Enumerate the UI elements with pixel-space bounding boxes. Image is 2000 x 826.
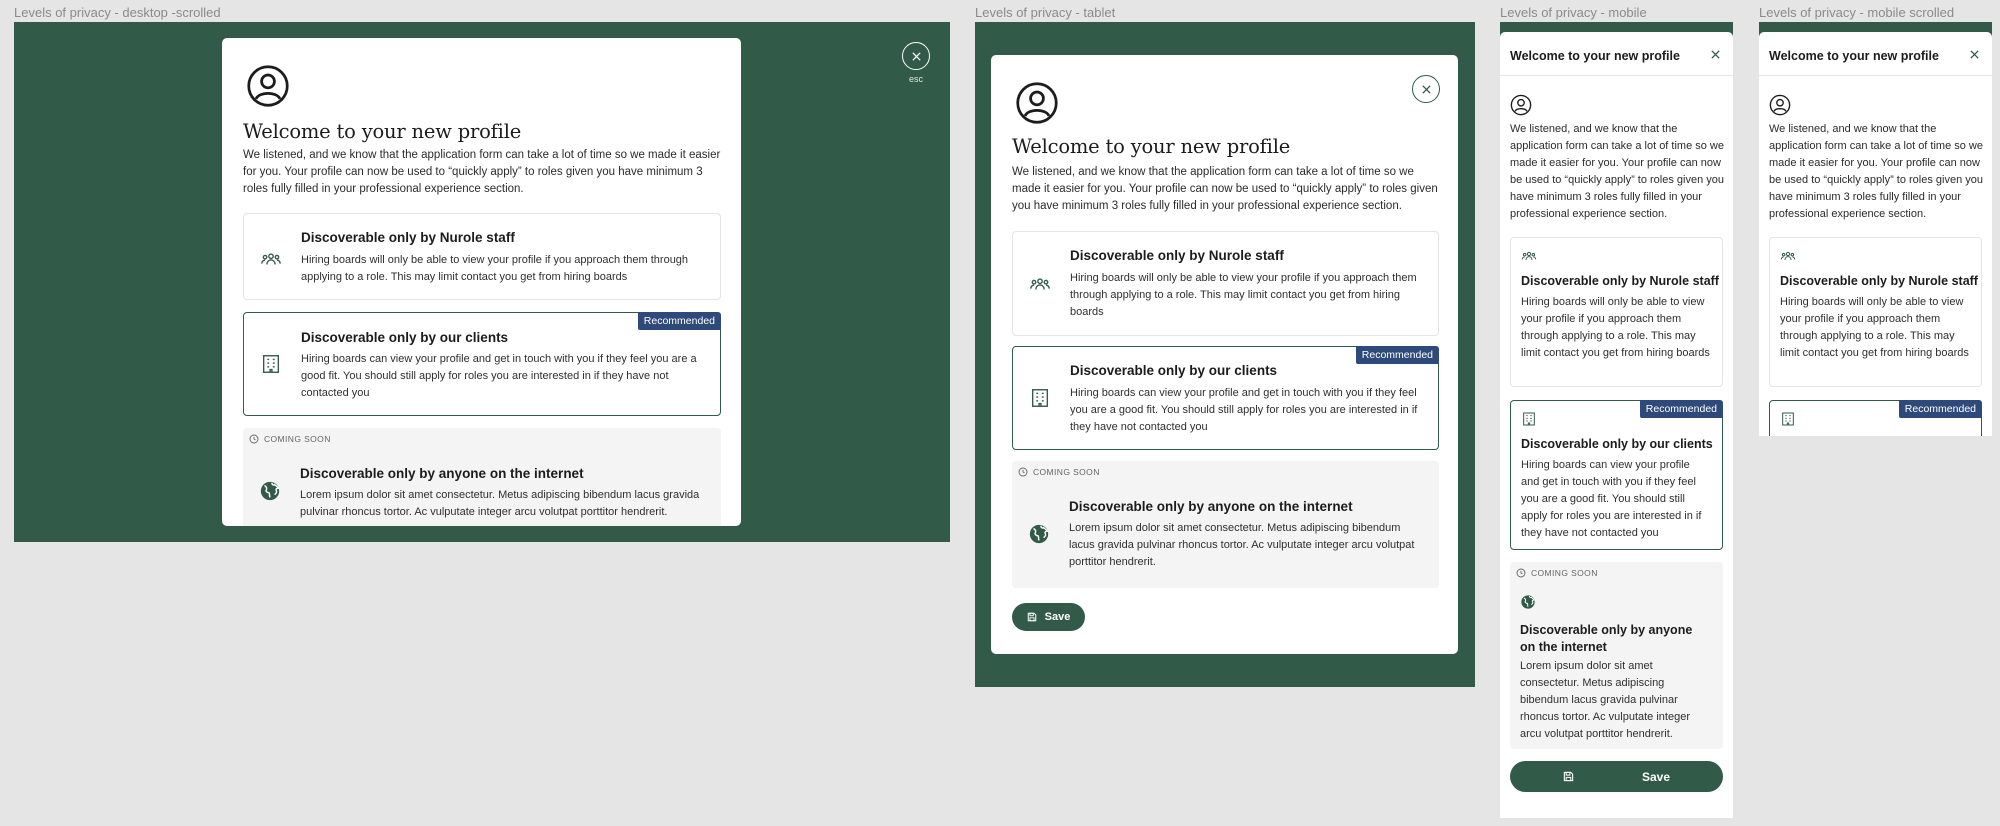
option-internet: COMING SOON Discoverable only by anyone …: [1012, 461, 1439, 588]
user-circle-icon: [246, 64, 290, 108]
save-label: Save: [1044, 611, 1071, 623]
modal-title: Welcome to your new profile: [1769, 49, 1939, 63]
option-description: Lorem ipsum dolor sit amet consectetur. …: [1069, 522, 1415, 568]
esc-hint: esc: [908, 74, 923, 84]
option-description: Hiring boards will only be able to view …: [1780, 296, 1969, 359]
option-title: Discoverable only by our clients: [1521, 437, 1713, 451]
option-clients[interactable]: Recommended Discoverable only by our cli…: [1012, 346, 1439, 450]
clock-icon: [1018, 467, 1028, 477]
option-nurole-staff[interactable]: Discoverable only by Nurole staff Hiring…: [1769, 237, 1982, 387]
save-button[interactable]: Save: [1510, 761, 1723, 792]
option-title: Discoverable only by anyone on the inter…: [300, 466, 584, 481]
option-description: Hiring boards will only be able to view …: [301, 254, 689, 283]
modal-intro: We listened, and we know that the applic…: [1769, 123, 1984, 220]
group-icon: [1780, 248, 1796, 264]
close-button[interactable]: [1412, 75, 1440, 103]
close-icon: [1421, 84, 1432, 95]
privacy-modal: Welcome to your new profile We listened,…: [1759, 32, 1992, 436]
coming-soon-label: COMING SOON: [1033, 467, 1100, 477]
privacy-modal: Welcome to your new profile We listened,…: [1500, 32, 1733, 818]
option-clients[interactable]: Recommended Discoverable only by our cli…: [243, 312, 721, 416]
group-icon: [1029, 273, 1051, 295]
modal-intro: We listened, and we know that the applic…: [243, 149, 721, 195]
coming-soon-label: COMING SOON: [264, 434, 331, 444]
option-description: Hiring boards will only be able to view …: [1521, 296, 1710, 359]
privacy-modal: Welcome to your new profile We listened,…: [222, 38, 741, 526]
coming-soon-label: COMING SOON: [1531, 568, 1598, 578]
globe-icon: [1028, 523, 1050, 545]
recommended-badge: Recommended: [1898, 400, 1982, 418]
user-circle-icon: [1015, 81, 1059, 125]
globe-icon: [1520, 594, 1536, 610]
recommended-badge: Recommended: [1355, 346, 1439, 364]
option-internet: COMING SOON Discoverable only by anyone …: [1510, 562, 1723, 749]
save-icon: [1563, 771, 1574, 782]
building-icon: [1521, 411, 1537, 427]
building-icon: [260, 353, 282, 375]
tablet-frame: Welcome to your new profile We listened,…: [975, 22, 1475, 687]
desktop-frame: esc Welcome to your new profile We liste…: [14, 22, 950, 542]
option-title: Discoverable only by Nurole staff: [1521, 274, 1719, 288]
option-nurole-staff[interactable]: Discoverable only by Nurole staff Hiring…: [243, 213, 721, 300]
globe-icon: [259, 480, 281, 502]
modal-header: Welcome to your new profile: [1500, 32, 1733, 76]
option-nurole-staff[interactable]: Discoverable only by Nurole staff Hiring…: [1510, 237, 1723, 387]
option-internet: COMING SOON Discoverable only by anyone …: [243, 428, 721, 526]
close-icon[interactable]: [1710, 49, 1721, 60]
clock-icon: [1516, 568, 1526, 578]
mobile-scrolled-frame: Welcome to your new profile We listened,…: [1759, 22, 1992, 436]
option-description: Lorem ipsum dolor sit amet consectetur. …: [300, 489, 700, 518]
save-icon: [1027, 612, 1037, 622]
option-description: Hiring boards will only be able to view …: [1070, 272, 1417, 318]
save-label: Save: [1641, 769, 1671, 784]
building-icon: [1029, 387, 1051, 409]
option-description: Lorem ipsum dolor sit amet consectetur. …: [1520, 660, 1690, 740]
option-title: Discoverable only by anyone on the inter…: [1069, 499, 1353, 514]
modal-title: Welcome to your new profile: [1510, 49, 1680, 63]
option-clients[interactable]: Recommended: [1769, 400, 1982, 436]
frame-label-desktop: Levels of privacy - desktop -scrolled: [14, 5, 221, 20]
user-circle-icon: [1769, 94, 1791, 116]
option-description: Hiring boards can view your profile and …: [1070, 387, 1418, 433]
close-icon[interactable]: [1969, 49, 1980, 60]
frame-label-mobile: Levels of privacy - mobile: [1500, 5, 1647, 20]
option-title: Discoverable only by anyone on the inter…: [1520, 623, 1693, 654]
close-icon: [911, 51, 922, 62]
modal-title: Welcome to your new profile: [1012, 135, 1291, 158]
modal-header: Welcome to your new profile: [1759, 32, 1992, 76]
option-nurole-staff[interactable]: Discoverable only by Nurole staff Hiring…: [1012, 231, 1439, 336]
option-description: Hiring boards can view your profile and …: [301, 353, 697, 399]
modal-title: Welcome to your new profile: [243, 120, 522, 143]
frame-label-mobile-scrolled: Levels of privacy - mobile scrolled: [1759, 5, 1955, 20]
modal-intro: We listened, and we know that the applic…: [1012, 166, 1438, 212]
recommended-badge: Recommended: [637, 312, 721, 330]
save-button[interactable]: Save: [1012, 603, 1085, 631]
recommended-badge: Recommended: [1639, 400, 1723, 418]
group-icon: [1521, 248, 1537, 264]
modal-intro: We listened, and we know that the applic…: [1510, 123, 1725, 220]
close-button[interactable]: [902, 42, 930, 70]
building-icon: [1780, 411, 1796, 427]
group-icon: [260, 248, 282, 270]
frame-label-tablet: Levels of privacy - tablet: [975, 5, 1116, 20]
option-title: Discoverable only by our clients: [1070, 363, 1278, 378]
user-circle-icon: [1510, 94, 1532, 116]
privacy-modal: Welcome to your new profile We listened,…: [991, 55, 1458, 654]
option-title: Discoverable only by Nurole staff: [1780, 274, 1978, 288]
option-title: Discoverable only by our clients: [301, 330, 509, 345]
option-description: Hiring boards can view your profile and …: [1521, 459, 1702, 539]
option-title: Discoverable only by Nurole staff: [1070, 248, 1284, 263]
clock-icon: [249, 434, 259, 444]
mobile-frame: Welcome to your new profile We listened,…: [1500, 22, 1733, 818]
option-clients[interactable]: Recommended Discoverable only by our cli…: [1510, 400, 1723, 550]
option-title: Discoverable only by Nurole staff: [301, 230, 515, 245]
